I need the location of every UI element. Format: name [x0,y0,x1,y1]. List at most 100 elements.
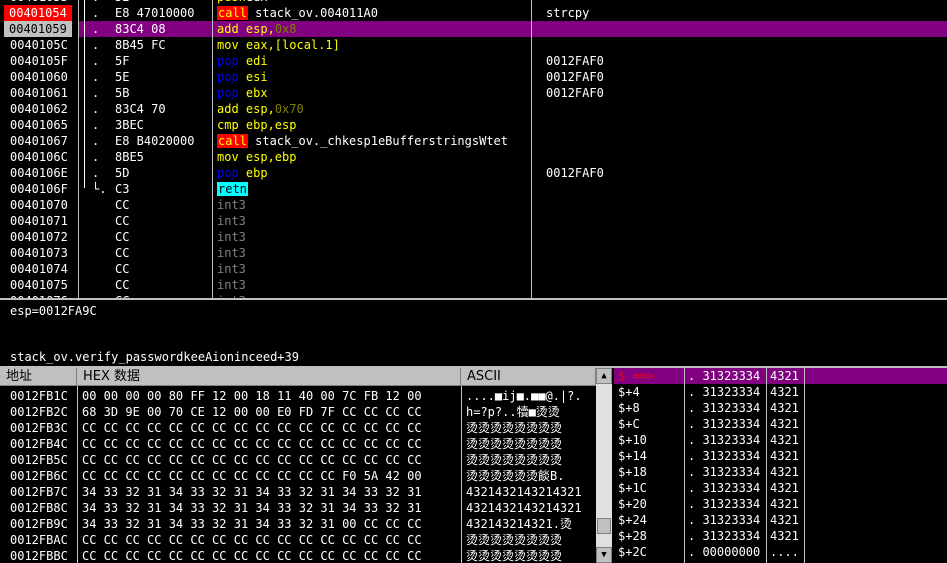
disasm-mnemonic: call [217,134,248,148]
stack-value: . 31323334 [688,449,761,463]
dump-scrollbar[interactable]: ▲ ▼ [596,368,612,563]
dump-row[interactable]: 0012FB3C CC CC CC CC CC CC CC CC CC CC CC… [0,420,596,436]
stack-ascii: 4321 [770,417,799,431]
disasm-row[interactable]: 00401065. 3BEC cmp ebp,esp [0,117,947,133]
dump-address: 0012FB8C [10,501,68,515]
disasm-row[interactable]: 0040106C. 8BE5 mov esp,ebp [0,149,947,165]
disasm-row[interactable]: 00401073 CC int3 [0,245,947,261]
dump-address: 0012FB6C [10,469,68,483]
stack-row[interactable]: $ ==> . 31323334 4321 [614,368,947,384]
pane-splitter[interactable] [0,298,947,300]
stack-row[interactable]: $+18 . 31323334 4321 [614,464,947,480]
disasm-operands: esp,ebp [238,150,297,164]
info-location-line: stack_ov.verify_passwordkeeAioninceed+39 [10,350,299,364]
disasm-mnemonic: pop [217,54,239,68]
disasm-address: 00401067 [10,134,68,148]
disasm-row[interactable]: 0040105C. 8B45 FC mov eax,[local.1] [0,37,947,53]
disasm-row[interactable]: 00401060. 5E pop esi 0012FAF0 [0,69,947,85]
disasm-operands: esp, [238,22,275,36]
disasm-address: 00401071 [10,214,68,228]
disasm-instruction: add esp,0x8 [217,21,297,37]
disasm-mnemonic: push [217,0,246,4]
current-line-highlight [78,21,947,37]
column-header-hex[interactable]: HEX 数据 [77,368,461,386]
stack-row[interactable]: $+C . 31323334 4321 [614,416,947,432]
disasm-mnemonic: int3 [217,214,246,228]
stack-row[interactable]: $+1C . 31323334 4321 [614,480,947,496]
dump-row[interactable]: 0012FB1C 00 00 00 00 80 FF 12 00 18 11 40… [0,388,596,404]
disasm-row[interactable]: 0040105F. 5F pop edi 0012FAF0 [0,53,947,69]
stack-value: . 31323334 [688,433,761,447]
stack-ascii: 4321 [770,449,799,463]
disasm-address: 00401072 [10,230,68,244]
stack-ascii: 4321 [770,481,799,495]
stack-ascii: 4321 [770,497,799,511]
disasm-address: 00401062 [10,102,68,116]
disasm-marker: . [92,166,100,180]
dump-hex: 68 3D 9E 00 70 CE 12 00 00 E0 FD 7F CC C… [82,405,422,419]
stack-value: . 00000000 [688,545,761,559]
disasm-row[interactable]: 00401074 CC int3 [0,261,947,277]
disasm-opcode: 5E [115,70,130,84]
stack-value: . 31323334 [688,481,761,495]
dump-ascii: 4321432143214321 [466,501,582,515]
disasm-address: 00401074 [10,262,68,276]
disasm-marker: . [92,86,100,100]
dump-address: 0012FB2C [10,405,68,419]
column-header-ascii[interactable]: ASCII [461,368,596,386]
stack-row[interactable]: $+28 . 31323334 4321 [614,528,947,544]
stack-value: . 31323334 [688,529,761,543]
disasm-marker: . [92,118,100,132]
dump-row[interactable]: 0012FBBC CC CC CC CC CC CC CC CC CC CC CC… [0,548,596,563]
disasm-row[interactable]: 00401075 CC int3 [0,277,947,293]
stack-row[interactable]: $+8 . 31323334 4321 [614,400,947,416]
dump-row[interactable]: 0012FBAC CC CC CC CC CC CC CC CC CC CC CC… [0,532,596,548]
disasm-row[interactable]: 00401071 CC int3 [0,213,947,229]
dump-address: 0012FB3C [10,421,68,435]
disasm-row[interactable]: 00401072 CC int3 [0,229,947,245]
scroll-thumb[interactable] [597,518,611,534]
dump-row[interactable]: 0012FB9C 34 33 32 31 34 33 32 31 34 33 32… [0,516,596,532]
stack-offset: $+2C [618,545,647,559]
disasm-operands: eax,[local.1] [238,38,340,52]
disasm-opcode: E8 47010000 [115,6,195,20]
dump-ascii: 烫烫烫烫烫烫烫烫 [466,453,563,467]
stack-row[interactable]: $+24 . 31323334 4321 [614,512,947,528]
dump-row[interactable]: 0012FB4C CC CC CC CC CC CC CC CC CC CC CC… [0,436,596,452]
column-header-address[interactable]: 地址 [0,368,77,386]
disasm-comment: 0012FAF0 [546,166,604,180]
stack-row[interactable]: $+20 . 31323334 4321 [614,496,947,512]
dump-row[interactable]: 0012FB2C 68 3D 9E 00 70 CE 12 00 00 E0 FD… [0,404,596,420]
stack-row[interactable]: $+14 . 31323334 4321 [614,448,947,464]
stack-pane[interactable]: $ ==> . 31323334 4321 $+4 . 31323334 4321 $+8.… [614,368,947,563]
stack-row[interactable]: $+4 . 31323334 4321 [614,384,947,400]
disasm-row[interactable]: 00401059. 83C4 08 add esp,0x8 [0,21,947,37]
dump-row[interactable]: 0012FB5C CC CC CC CC CC CC CC CC CC CC CC… [0,452,596,468]
disasm-row[interactable]: 00401061. 5B pop ebx 0012FAF0 [0,85,947,101]
disasm-row[interactable]: 00401054. E8 47010000 call stack_ov.004011… [0,5,947,21]
hex-dump-pane[interactable]: 地址 HEX 数据 ASCII 0012FB1C 00 00 00 00 80 F… [0,368,612,563]
dump-row[interactable]: 0012FB7C 34 33 32 31 34 33 32 31 34 33 32… [0,484,596,500]
dump-hex: CC CC CC CC CC CC CC CC CC CC CC CC CC C… [82,453,422,467]
stack-value: . 31323334 [688,417,761,431]
scroll-up-arrow-icon[interactable]: ▲ [596,368,612,384]
dump-row[interactable]: 0012FB8C 34 33 32 31 34 33 32 31 34 33 32… [0,500,596,516]
disasm-opcode: 5D [115,166,130,180]
disasm-comment: 0012FAF0 [546,86,604,100]
stack-value: . 31323334 [688,385,761,399]
info-pane: esp=0012FA9C stack_ov.verify_passwordkee… [0,302,947,366]
disasm-row[interactable]: 00401070 CC int3 [0,197,947,213]
disasm-address: 00401059 [4,21,72,37]
stack-row[interactable]: $+2C . 00000000.... [614,544,947,560]
disasm-row[interactable]: 00401062. 83C4 70 add esp,0x70 [0,101,947,117]
scroll-down-arrow-icon[interactable]: ▼ [596,547,612,563]
dump-ascii: 432143214321.烫 [466,517,572,531]
disasm-row[interactable]: 0040106F └. C3 retn [0,181,947,197]
disasm-row[interactable]: 0040106E. 5D pop ebp 0012FAF0 [0,165,947,181]
disassembly-pane[interactable]: 00401053.52pushedx00401054.E8 47010000ca… [0,0,947,298]
disasm-row[interactable]: 00401067. E8 B4020000 call stack_ov._chkes… [0,133,947,149]
disasm-marker: . [92,54,100,68]
dump-row[interactable]: 0012FB6C CC CC CC CC CC CC CC CC CC CC CC… [0,468,596,484]
disasm-marker: └. [92,182,107,196]
stack-row[interactable]: $+10 . 31323334 4321 [614,432,947,448]
